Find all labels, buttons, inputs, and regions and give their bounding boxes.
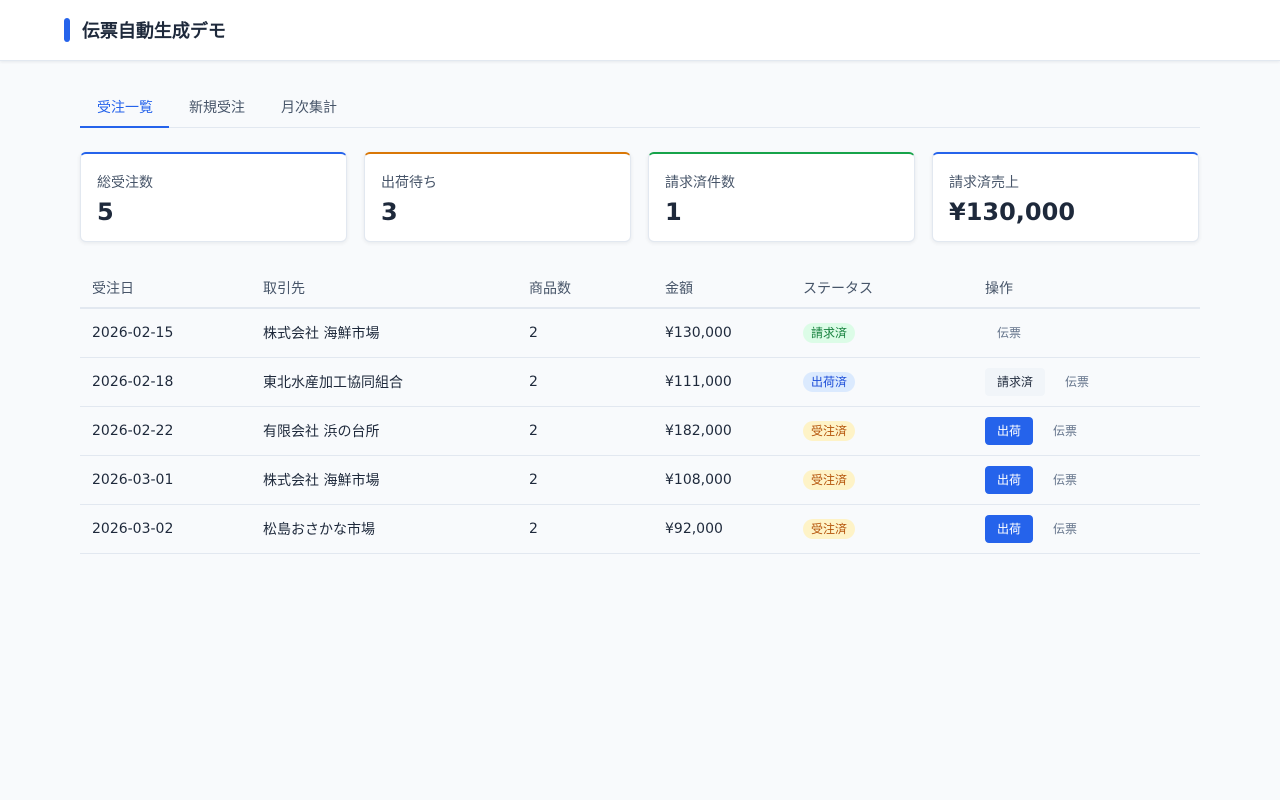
- status-cell: 請求済: [791, 308, 973, 358]
- item-count-cell: 2: [517, 504, 653, 554]
- col-client: 取引先: [251, 268, 517, 309]
- item-count-cell: 2: [517, 308, 653, 358]
- client-cell: 株式会社 海鮮市場: [251, 308, 517, 358]
- client-cell: 松島おさかな市場: [251, 504, 517, 554]
- table-row: 2026-02-15 株式会社 海鮮市場 2 ¥130,000 請求済 伝票: [80, 308, 1200, 358]
- status-badge: 受注済: [803, 420, 856, 441]
- amount-cell: ¥92,000: [653, 504, 791, 554]
- amount-cell: ¥130,000: [653, 308, 791, 358]
- ship-button[interactable]: 出荷: [985, 416, 1034, 445]
- tab-bar: 受注一覧 新規受注 月次集計: [80, 89, 1200, 128]
- status-cell: 受注済: [791, 504, 973, 554]
- item-count-cell: 2: [517, 406, 653, 456]
- app-title: 伝票自動生成デモ: [82, 21, 226, 42]
- card-value: 5: [97, 198, 114, 226]
- voucher-button[interactable]: 伝票: [985, 319, 1033, 347]
- status-cell: 出荷済: [791, 357, 973, 407]
- status-badge: 受注済: [803, 518, 856, 539]
- voucher-button[interactable]: 伝票: [1041, 417, 1089, 445]
- amount-cell: ¥111,000: [653, 357, 791, 407]
- order-date-cell: 2026-03-02: [80, 504, 251, 554]
- card-total-orders: 総受注数 5: [80, 152, 347, 242]
- voucher-button[interactable]: 伝票: [1053, 368, 1101, 396]
- client-cell: 株式会社 海鮮市場: [251, 455, 517, 505]
- card-label: 請求済件数: [665, 175, 735, 191]
- table-row: 2026-03-01 株式会社 海鮮市場 2 ¥108,000 受注済 出荷 伝票: [80, 455, 1200, 505]
- table-header-row: 受注日 取引先 商品数 金額 ステータス 操作: [80, 268, 1200, 309]
- orders-table-body: 2026-02-15 株式会社 海鮮市場 2 ¥130,000 請求済 伝票 2026-02…: [80, 308, 1200, 554]
- col-amount: 金額: [653, 268, 791, 309]
- order-date-cell: 2026-02-15: [80, 308, 251, 358]
- amount-cell: ¥182,000: [653, 406, 791, 456]
- card-value: 3: [381, 198, 398, 226]
- ship-button[interactable]: 出荷: [985, 465, 1034, 494]
- col-actions: 操作: [973, 268, 1200, 309]
- status-badge: 出荷済: [803, 371, 856, 392]
- item-count-cell: 2: [517, 455, 653, 505]
- status-cell: 受注済: [791, 406, 973, 456]
- actions-cell: 出荷 伝票: [973, 504, 1200, 554]
- col-order-date: 受注日: [80, 268, 251, 309]
- status-badge: 受注済: [803, 469, 856, 490]
- actions-cell: 出荷 伝票: [973, 455, 1200, 505]
- voucher-button[interactable]: 伝票: [1041, 466, 1089, 494]
- card-value: 1: [665, 198, 682, 226]
- mark-billed-button[interactable]: 請求済: [985, 367, 1046, 396]
- client-cell: 有限会社 浜の台所: [251, 406, 517, 456]
- summary-cards: 総受注数 5 出荷待ち 3 請求済件数 1 請求済売上 ¥130,000: [80, 152, 1200, 242]
- col-item-count: 商品数: [517, 268, 653, 309]
- card-label: 総受注数: [97, 175, 153, 191]
- card-billed-sales: 請求済売上 ¥130,000: [932, 152, 1199, 242]
- table-row: 2026-02-18 東北水産加工協同組合 2 ¥111,000 出荷済 請求済 伝票: [80, 357, 1200, 407]
- table-row: 2026-02-22 有限会社 浜の台所 2 ¥182,000 受注済 出荷 伝票: [80, 406, 1200, 456]
- client-cell: 東北水産加工協同組合: [251, 357, 517, 407]
- order-date-cell: 2026-02-22: [80, 406, 251, 456]
- order-date-cell: 2026-03-01: [80, 455, 251, 505]
- order-date-cell: 2026-02-18: [80, 357, 251, 407]
- tab-order-list[interactable]: 受注一覧: [80, 89, 169, 128]
- table-row: 2026-03-02 松島おさかな市場 2 ¥92,000 受注済 出荷 伝票: [80, 504, 1200, 554]
- ship-button[interactable]: 出荷: [985, 514, 1034, 543]
- main-content: 受注一覧 新規受注 月次集計 総受注数 5 出荷待ち 3 請求済件数 1 請求済…: [0, 61, 1280, 554]
- status-cell: 受注済: [791, 455, 973, 505]
- card-label: 請求済売上: [949, 175, 1019, 191]
- card-billed-count: 請求済件数 1: [648, 152, 915, 242]
- actions-cell: 伝票: [973, 308, 1200, 358]
- actions-cell: 請求済 伝票: [973, 357, 1200, 407]
- header-accent-bar: [64, 18, 70, 42]
- amount-cell: ¥108,000: [653, 455, 791, 505]
- app-header: 伝票自動生成デモ: [0, 0, 1280, 61]
- card-label: 出荷待ち: [381, 175, 437, 191]
- tab-monthly-summary[interactable]: 月次集計: [281, 89, 337, 127]
- card-pending-shipment: 出荷待ち 3: [364, 152, 631, 242]
- status-badge: 請求済: [803, 322, 856, 343]
- tab-new-order[interactable]: 新規受注: [189, 89, 245, 127]
- card-value: ¥130,000: [949, 198, 1076, 226]
- actions-cell: 出荷 伝票: [973, 406, 1200, 456]
- item-count-cell: 2: [517, 357, 653, 407]
- col-status: ステータス: [791, 268, 973, 309]
- orders-table: 受注日 取引先 商品数 金額 ステータス 操作 2026-02-15 株式会社 海…: [80, 268, 1200, 554]
- voucher-button[interactable]: 伝票: [1041, 515, 1089, 543]
